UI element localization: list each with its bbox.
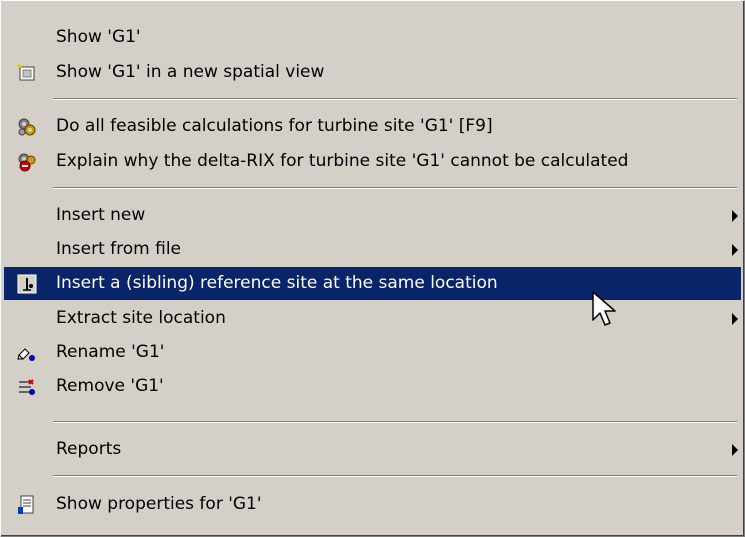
menu-item-rename[interactable]: Rename 'G1' (4, 336, 741, 369)
submenu-arrow-icon (732, 244, 738, 256)
menu-item-reports[interactable]: Reports (4, 433, 741, 466)
menu-item-show-new-view[interactable]: Show 'G1' in a new spatial view (4, 56, 741, 89)
menu-separator (53, 421, 737, 423)
menu-item-label: Insert new (56, 205, 146, 225)
menu-item-do-all-calculations[interactable]: Do all feasible calculations for turbine… (4, 110, 741, 143)
explain-error-gears-icon (18, 153, 36, 172)
menu-item-remove[interactable]: Remove 'G1' (4, 370, 741, 403)
menu-item-label: Show properties for 'G1' (56, 494, 262, 514)
submenu-arrow-icon (732, 313, 738, 325)
new-view-icon (17, 64, 35, 81)
menu-item-explain-delta-rix[interactable]: Explain why the delta-RIX for turbine si… (4, 145, 741, 178)
menu-item-label: Rename 'G1' (56, 342, 165, 362)
menu-item-label: Show 'G1' in a new spatial view (56, 62, 325, 82)
menu-item-label: Insert from file (56, 239, 182, 259)
menu-item-label: Do all feasible calculations for turbine… (56, 116, 493, 136)
menu-item-extract-site-location[interactable]: Extract site location (4, 302, 741, 335)
menu-item-insert-reference-site[interactable]: Insert a (sibling) reference site at the… (4, 267, 741, 300)
calculate-gears-icon (18, 118, 36, 136)
menu-separator (53, 475, 737, 477)
menu-item-label: Reports (56, 439, 122, 459)
menu-item-show-properties[interactable]: Show properties for 'G1' (4, 488, 741, 521)
menu-item-label: Extract site location (56, 308, 226, 328)
menu-separator (53, 187, 737, 189)
submenu-arrow-icon (732, 444, 738, 456)
menu-separator (53, 98, 737, 100)
context-menu: Show 'G1' Show 'G1' in a new spatial vie… (0, 0, 745, 537)
menu-item-label: Show 'G1' (56, 27, 141, 47)
submenu-arrow-icon (732, 210, 738, 222)
remove-icon (19, 379, 35, 395)
menu-item-label: Remove 'G1' (56, 376, 164, 396)
menu-item-label: Insert a (sibling) reference site at the… (56, 273, 498, 293)
reference-site-icon (17, 274, 37, 294)
properties-icon (18, 495, 34, 514)
menu-item-insert-from-file[interactable]: Insert from file (4, 233, 741, 266)
rename-pencil-icon (17, 348, 35, 361)
mouse-cursor-icon (592, 291, 616, 326)
menu-item-insert-new[interactable]: Insert new (4, 199, 741, 232)
menu-item-label: Explain why the delta-RIX for turbine si… (56, 151, 629, 171)
menu-item-show[interactable]: Show 'G1' (4, 21, 741, 54)
